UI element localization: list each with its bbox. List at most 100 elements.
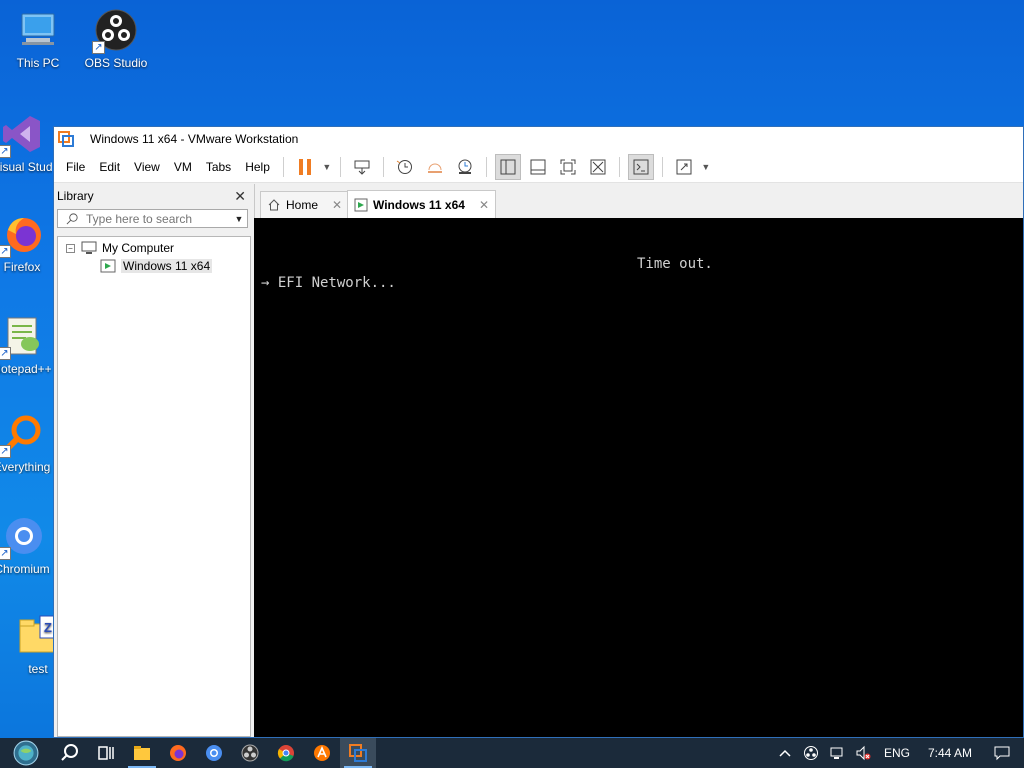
desktop-icon-visual-studio[interactable]: ↗ Visual Studio 2017 (0, 112, 52, 174)
window-titlebar[interactable]: Windows 11 x64 - VMware Workstation (54, 127, 1023, 151)
toolbar-separator (282, 156, 284, 177)
vm-console-screen[interactable]: Time out. → EFI Network... (254, 218, 1023, 737)
unity-button[interactable] (585, 154, 611, 180)
vmware-window: Windows 11 x64 - VMware Workstation File… (53, 126, 1024, 738)
menu-tabs[interactable]: Tabs (199, 151, 238, 183)
firefox-icon: ↗ (0, 212, 44, 258)
library-search-box: ▼ (57, 209, 248, 228)
desktop-icon-this-pc[interactable]: This PC (0, 8, 76, 70)
full-screen-button[interactable] (555, 154, 581, 180)
revert-snapshot-icon (427, 163, 442, 173)
shortcut-arrow-icon: ↗ (0, 347, 11, 360)
power-dropdown-caret[interactable]: ▼ (320, 162, 334, 172)
show-library-button[interactable] (494, 153, 521, 180)
chevron-up-icon (779, 749, 791, 757)
tray-obs-icon[interactable] (798, 745, 824, 761)
desktop-icon-label: OBS Studio (84, 56, 148, 70)
stretch-guest-button[interactable] (671, 154, 697, 180)
system-tray: ENG 7:44 AM (772, 738, 1024, 768)
full-screen-icon (560, 159, 576, 174)
shortcut-arrow-icon: ↗ (92, 41, 105, 54)
shortcut-arrow-icon: ↗ (0, 445, 11, 458)
desktop-icon-notepad-plus-plus[interactable]: ↗ Notepad++ (0, 314, 52, 376)
taskbar-avast[interactable] (304, 738, 340, 768)
clock[interactable]: 7:44 AM (918, 746, 986, 760)
taskbar-chromium[interactable] (196, 738, 232, 768)
tray-volume-icon[interactable] (850, 745, 876, 761)
toolbar-separator (485, 156, 487, 177)
revert-snapshot-button[interactable] (422, 154, 448, 180)
library-close-icon[interactable]: ✕ (234, 189, 246, 203)
toolbar-separator (618, 156, 620, 177)
tab-label: Windows 11 x64 (373, 197, 465, 212)
menu-file[interactable]: File (54, 151, 92, 183)
search-icon (58, 212, 86, 225)
unity-icon (590, 159, 606, 174)
taskbar-vmware-workstation[interactable] (340, 738, 376, 768)
stretch-dropdown-caret[interactable]: ▼ (699, 162, 713, 172)
desktop-icon-obs-studio[interactable]: ↗ OBS Studio (78, 8, 154, 70)
tab-bar: Home ✕ Windows 11 x64 ✕ (254, 184, 1023, 218)
pause-icon (298, 158, 311, 175)
tree-node-windows-11-x64[interactable]: Windows 11 x64 (58, 257, 250, 275)
menu-vm[interactable]: VM (167, 151, 199, 183)
search-button[interactable] (52, 738, 88, 768)
taskbar-file-explorer[interactable] (124, 738, 160, 768)
library-search-input[interactable] (86, 211, 231, 226)
chromium-icon (206, 745, 222, 761)
toolbar-separator (661, 156, 663, 177)
take-snapshot-button[interactable] (392, 154, 418, 180)
menu-edit[interactable]: Edit (92, 151, 127, 183)
svg-text:Z: Z (44, 620, 52, 635)
collapse-toggle[interactable]: − (66, 243, 75, 253)
menu-view[interactable]: View (127, 151, 167, 183)
home-icon (268, 199, 280, 211)
thumbnail-bar-button[interactable] (525, 154, 551, 180)
console-line: Time out. (637, 256, 713, 272)
computer-icon (16, 8, 60, 52)
obs-studio-icon (241, 744, 259, 762)
search-dropdown-caret[interactable]: ▼ (231, 214, 247, 224)
console-view-button[interactable] (627, 153, 654, 180)
show-hidden-icons-button[interactable] (772, 745, 798, 761)
tray-network-icon[interactable] (824, 745, 850, 761)
tree-node-my-computer[interactable]: − My Computer (58, 239, 250, 257)
shortcut-arrow-icon: ↗ (0, 245, 11, 258)
menu-help[interactable]: Help (238, 151, 277, 183)
desktop-icon-firefox[interactable]: ↗ Firefox (0, 212, 52, 274)
computer-icon (81, 241, 97, 254)
desktop-icon-label: Notepad++ (0, 362, 52, 376)
menu-toolbar: File Edit View VM Tabs Help ▼ ▼ (54, 151, 1023, 183)
tab-windows-11-x64[interactable]: Windows 11 x64 ✕ (347, 190, 496, 218)
desktop-icon-label: This PC (16, 56, 60, 70)
desktop-icon-everything[interactable]: ↗ Everything (0, 412, 52, 474)
window-title: Windows 11 x64 - VMware Workstation (90, 132, 299, 146)
taskbar-firefox[interactable] (160, 738, 196, 768)
volume-muted-icon (856, 745, 871, 761)
desktop-icon-label: Visual Studio 2017 (0, 160, 52, 174)
task-view-button[interactable] (88, 738, 124, 768)
language-indicator[interactable]: ENG (876, 746, 918, 760)
taskbar-chrome[interactable] (268, 738, 304, 768)
start-orb-icon (13, 740, 39, 766)
library-header: Library ✕ (54, 184, 251, 207)
start-button[interactable] (0, 738, 52, 768)
desktop-icon-chromium[interactable]: ↗ Chromium (0, 514, 52, 576)
notification-icon (994, 746, 1010, 761)
tab-label: Home (286, 198, 319, 212)
send-ctrl-alt-del-button[interactable] (349, 154, 375, 180)
keyboard-send-icon (354, 160, 370, 175)
visual-studio-icon: ↗ (0, 112, 44, 158)
taskbar-obs-studio[interactable] (232, 738, 268, 768)
vmware-logo-icon (349, 744, 367, 762)
tab-close-icon[interactable]: ✕ (332, 198, 342, 212)
snapshot-manager-button[interactable] (452, 154, 478, 180)
pause-button[interactable] (292, 154, 318, 180)
desktop-icon-label: Everything (0, 460, 51, 474)
library-tree: − My Computer Windows 11 x64 (57, 236, 251, 737)
tab-home[interactable]: Home ✕ (260, 191, 350, 218)
tab-close-icon[interactable]: ✕ (479, 198, 489, 212)
vm-running-icon (100, 259, 116, 273)
action-center-button[interactable] (986, 745, 1024, 761)
taskbar: ENG 7:44 AM (0, 738, 1024, 768)
